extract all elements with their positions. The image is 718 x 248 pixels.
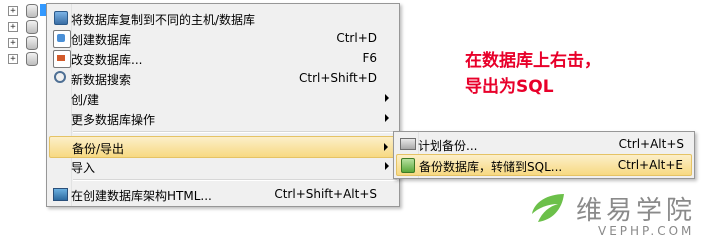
menu-item-label: 将数据库复制到不同的主机/数据库: [71, 13, 256, 27]
submenu-arrow-icon: [385, 94, 389, 102]
database-icon: [26, 36, 38, 50]
menu-item-label: 备份数据库，转储到SQL...: [419, 160, 563, 174]
menu-item-label: 备份/导出: [72, 142, 125, 156]
menu-item-shortcut: Ctrl+Alt+S: [618, 137, 684, 151]
menu-item-shortcut: F6: [362, 51, 377, 65]
create-database-icon: [53, 30, 71, 48]
menu-item-label: 更多数据库操作: [71, 113, 156, 127]
menu-item-create-submenu[interactable]: 创/建: [49, 88, 397, 108]
instruction-annotation: 在数据库上右击， 导出为SQL: [465, 48, 601, 100]
menu-item-new-data-search[interactable]: 新数据搜索 Ctrl+Shift+D: [49, 68, 397, 88]
watermark-cn-text: 维易学院: [576, 196, 697, 226]
menu-item-html-schema[interactable]: 在创建数据库架构HTML... Ctrl+Shift+Alt+S: [49, 184, 397, 204]
menu-item-label: 导入: [71, 161, 96, 175]
backup-export-submenu: 计划备份... Ctrl+Alt+S 备份数据库，转储到SQL... Ctrl+…: [393, 131, 695, 179]
alter-database-icon: [53, 50, 71, 68]
copy-database-icon: [54, 11, 68, 25]
schedule-backup-icon: [400, 138, 416, 150]
html-schema-icon: [53, 188, 68, 201]
menu-item-schedule-backup[interactable]: 计划备份... Ctrl+Alt+S: [396, 134, 692, 154]
menu-item-create-database[interactable]: 创建数据库 Ctrl+D: [49, 28, 397, 48]
expand-icon[interactable]: +: [8, 22, 18, 32]
menu-item-label: 新数据搜索: [71, 73, 132, 87]
menu-item-shortcut: Ctrl+D: [336, 31, 377, 45]
expand-icon[interactable]: +: [8, 6, 18, 16]
database-icon: [26, 20, 38, 34]
watermark: 维易学院 VEPHP.COM: [528, 188, 714, 246]
menu-item-shortcut: Ctrl+Shift+Alt+S: [274, 187, 377, 201]
menu-item-label: 在创建数据库架构HTML...: [71, 189, 212, 203]
submenu-arrow-icon: [385, 162, 389, 170]
menu-item-label: 计划备份...: [418, 139, 478, 153]
search-icon: [54, 71, 66, 83]
expand-icon[interactable]: +: [8, 38, 18, 48]
watermark-en-text: VEPHP.COM: [598, 224, 695, 238]
menu-item-label: 改变数据库...: [71, 53, 143, 67]
menu-separator: [73, 131, 397, 133]
submenu-arrow-icon: [385, 114, 389, 122]
menu-item-alter-database[interactable]: 改变数据库... F6: [49, 48, 397, 68]
menu-item-backup-to-sql[interactable]: 备份数据库，转储到SQL... Ctrl+Alt+E: [396, 154, 692, 176]
submenu-arrow-icon: [384, 143, 388, 151]
menu-item-label: 创/建: [71, 93, 100, 107]
database-icon: [26, 52, 38, 66]
menu-item-copy-database[interactable]: 将数据库复制到不同的主机/数据库: [49, 8, 397, 28]
menu-item-label: 创建数据库: [71, 33, 132, 47]
database-icon: [26, 4, 38, 18]
menu-item-shortcut: Ctrl+Alt+E: [617, 158, 683, 172]
backup-database-icon: [401, 158, 415, 173]
menu-item-more-operations[interactable]: 更多数据库操作: [49, 108, 397, 128]
expand-icon[interactable]: +: [8, 54, 18, 64]
annotation-line: 在数据库上右击，: [465, 51, 601, 71]
annotation-line: 导出为SQL: [465, 77, 554, 97]
database-context-menu: 将数据库复制到不同的主机/数据库 创建数据库 Ctrl+D 改变数据库... F…: [46, 3, 400, 207]
menu-item-backup-export[interactable]: 备份/导出: [49, 136, 397, 158]
leaf-logo-icon: [532, 194, 564, 222]
menu-item-import[interactable]: 导入: [49, 156, 397, 176]
menu-separator: [73, 179, 397, 181]
menu-item-shortcut: Ctrl+Shift+D: [299, 71, 377, 85]
